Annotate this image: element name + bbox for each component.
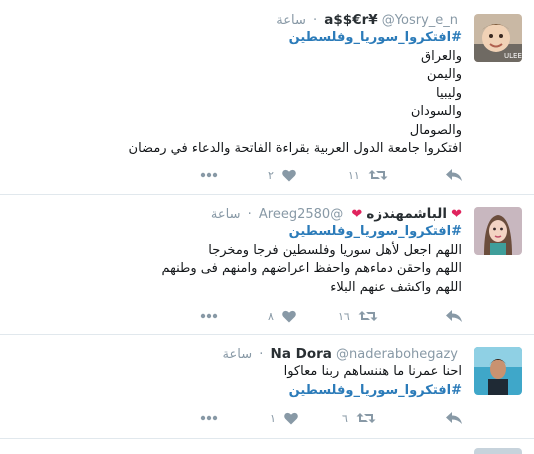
heart-icon	[282, 310, 296, 322]
more-button[interactable]	[200, 167, 218, 183]
tweet-line: والعراق	[421, 48, 462, 64]
tweet-text: #افتكروا_سوريا_وفلسطين والعراق واليمن ول…	[129, 29, 462, 159]
tweet-line: واليمن	[426, 67, 462, 82]
hashtag-link[interactable]: #افتكروا_سوريا_وفلسطين	[161, 223, 462, 242]
separator-dot: ·	[313, 13, 318, 28]
tweet-actions: ٦ ١	[200, 410, 470, 426]
tweet-item[interactable]: ❤ الباشمهندزه ❤ @Areeg2580 · ساعة #افتكر…	[0, 195, 534, 335]
retweet-icon	[356, 413, 376, 423]
tweet-header: Na Dora @naderabohegazy · ساعة	[223, 346, 462, 363]
retweet-button[interactable]: ٦	[342, 410, 376, 426]
retweet-count: ١١	[348, 168, 360, 182]
reply-icon	[446, 169, 462, 181]
tweet-line: وليبيا	[436, 85, 462, 101]
avatar[interactable]	[474, 347, 522, 395]
retweet-count: ١٦	[338, 309, 350, 323]
tweet-line: احنا عمرنا ما هننساهم ربنا معاكوا	[283, 364, 462, 379]
handle[interactable]: @Areeg2580	[259, 207, 343, 222]
more-button[interactable]	[200, 308, 218, 324]
tweet-text: احنا عمرنا ما هننساهم ربنا معاكوا #افتكر…	[284, 363, 462, 400]
tweet-item[interactable]: Na Dora @naderabohegazy · ساعة احنا عمرن…	[0, 335, 534, 439]
tweet-header: ❤ الباشمهندزه ❤ @Areeg2580 · ساعة	[211, 206, 462, 223]
tweet-line: اللهم واكشف عنهم البلاء	[330, 279, 462, 295]
fullname[interactable]: a$$€r¥	[324, 12, 377, 28]
like-button[interactable]: ٨	[268, 308, 296, 324]
red-heart-icon: ❤	[351, 207, 363, 222]
more-dots-icon	[200, 172, 218, 178]
reply-button[interactable]	[445, 167, 463, 183]
timestamp[interactable]: ساعة	[211, 207, 241, 222]
hashtag-link[interactable]: #افتكروا_سوريا_وفلسطين	[284, 382, 462, 401]
retweet-button[interactable]: ١٦	[338, 308, 378, 324]
red-heart-icon: ❤	[451, 207, 462, 222]
retweet-count: ٦	[342, 411, 348, 425]
handle[interactable]: @naderabohegazy	[336, 347, 458, 362]
retweet-icon	[368, 170, 388, 180]
like-button[interactable]: ٢	[268, 167, 296, 183]
reply-icon	[446, 412, 462, 424]
like-count: ٢	[268, 168, 274, 182]
fullname[interactable]: Na Dora	[271, 346, 332, 362]
reply-icon	[446, 310, 462, 322]
svg-text:ULEE: ULEE	[504, 52, 522, 60]
reply-button[interactable]	[445, 410, 463, 426]
separator-dot: ·	[247, 207, 252, 222]
tweet-line: افتكروا جامعة الدول العربية بقراءة الفات…	[128, 141, 462, 156]
retweet-button[interactable]: ١١	[348, 167, 388, 183]
like-count: ١	[270, 411, 276, 425]
avatar[interactable]: ULEE	[474, 14, 522, 62]
avatar	[474, 448, 522, 454]
tweet-actions: ١١ ٢	[200, 167, 470, 183]
tweet-line: والسودان	[410, 104, 462, 119]
tweet-line: اللهم واحقن دماءهم واحفظ اعراضهم وامنهم …	[161, 261, 462, 276]
fullname[interactable]: الباشمهندزه	[366, 206, 447, 222]
heart-icon	[284, 412, 298, 424]
tweet-line: والصومال	[409, 122, 462, 138]
timestamp[interactable]: ساعة	[276, 13, 306, 28]
reply-button[interactable]	[445, 308, 463, 324]
next-tweet-partial[interactable]	[0, 440, 534, 454]
more-button[interactable]	[200, 410, 218, 426]
hashtag-link[interactable]: #افتكروا_سوريا_وفلسطين	[129, 29, 462, 48]
tweet-text: #افتكروا_سوريا_وفلسطين اللهم اجعل لأهل س…	[161, 223, 462, 297]
more-dots-icon	[200, 415, 218, 421]
avatar[interactable]	[474, 207, 522, 255]
tweet-line: اللهم اجعل لأهل سوريا وفلسطين فرجا ومخرج…	[208, 242, 462, 258]
tweet-header: a$$€r¥ @Yosry_e_n · ساعة	[276, 12, 462, 29]
more-dots-icon	[200, 313, 218, 319]
handle[interactable]: @Yosry_e_n	[382, 13, 458, 28]
like-button[interactable]: ١	[270, 410, 298, 426]
retweet-icon	[358, 311, 378, 321]
like-count: ٨	[268, 309, 274, 323]
separator-dot: ·	[259, 347, 264, 362]
heart-icon	[282, 169, 296, 181]
timestamp[interactable]: ساعة	[223, 347, 253, 362]
tweet-actions: ١٦ ٨	[200, 308, 470, 324]
tweet-item[interactable]: ULEE a$$€r¥ @Yosry_e_n · ساعة #افتكروا_س…	[0, 0, 534, 195]
